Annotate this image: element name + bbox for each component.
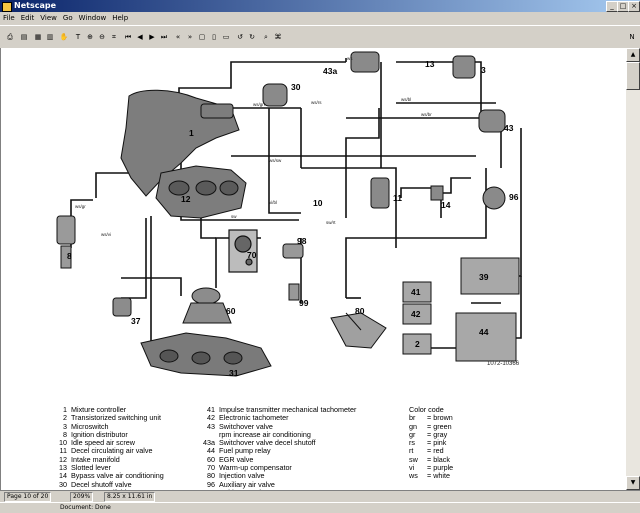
actual-size-icon[interactable]: ▢ xyxy=(196,31,208,44)
diagram-label-44: 44 xyxy=(479,327,489,337)
wire-label-10: sw/rt xyxy=(326,220,336,225)
legend-col2: 41 Impulse transmitter mechanical tachome… xyxy=(201,405,356,497)
diagram-label-3: 3 xyxy=(481,65,486,75)
window-title: Netscape xyxy=(14,1,56,10)
wire-label-8: ws xyxy=(347,56,353,61)
diagram-label-11: 11 xyxy=(393,193,402,203)
menu-help[interactable]: Help xyxy=(109,12,131,24)
go-forward-icon[interactable]: » xyxy=(184,31,196,44)
diagram-label-8: 8 xyxy=(67,251,72,261)
vertical-scrollbar[interactable]: ▲ ▼ xyxy=(626,48,640,490)
rotate-right-icon[interactable]: ↻ xyxy=(246,31,258,44)
diagram-label-96: 96 xyxy=(509,192,519,202)
zoom-out-icon[interactable]: ⊖ xyxy=(96,31,108,44)
diagram-label-30: 30 xyxy=(291,82,301,92)
next-page-icon[interactable]: ▶ xyxy=(146,31,158,44)
diagram-label-14: 14 xyxy=(441,200,451,210)
diagram-label-80: 80 xyxy=(355,306,365,316)
menu-view[interactable]: View xyxy=(37,12,60,24)
menu-go[interactable]: Go xyxy=(60,12,76,24)
legend-number: 43 xyxy=(207,421,215,431)
last-page-icon[interactable]: ⏭ xyxy=(158,31,170,44)
legend-col1: 1 Mixture controller 2 Transistorized switc… xyxy=(53,405,164,497)
diagram-label-13: 13 xyxy=(425,59,435,69)
fit-width-icon[interactable]: ▭ xyxy=(220,31,232,44)
diagram-label-99: 99 xyxy=(299,298,309,308)
legend-color-code: Color code br = brown gn = green gr = gray rs =… xyxy=(409,405,453,481)
prev-page-icon[interactable]: ◀ xyxy=(134,31,146,44)
zoom-in-icon[interactable]: ⊕ xyxy=(84,31,96,44)
menu-window[interactable]: Window xyxy=(76,12,110,24)
first-page-icon[interactable]: ⏮ xyxy=(122,31,134,44)
wire-label-4: sw xyxy=(231,214,237,219)
find-icon[interactable]: ⌕ xyxy=(260,31,272,44)
page-indicator[interactable]: Page 10 of 20 xyxy=(4,492,52,502)
fit-page-icon[interactable]: ▯ xyxy=(208,31,220,44)
diagram-label-31: 31 xyxy=(229,368,239,378)
diagram-label-2: 2 xyxy=(415,339,420,349)
toolbar: ⎙ ▤ ▦ ▥ ✋ T ⊕ ⊖ ⌗ ⏮ ◀ ▶ ⏭ « » ▢ ▯ ▭ ↺ ↻ … xyxy=(0,25,640,49)
wire-label-7: ws/vi xyxy=(101,232,111,237)
wire-label-6: ws/gr xyxy=(75,204,86,209)
menu-file[interactable]: File xyxy=(0,12,18,24)
status-bar: Document: Done xyxy=(0,502,640,513)
wire-label-3: ws/br xyxy=(421,112,432,117)
wire-label-1: ws/rs xyxy=(311,100,322,105)
diagram-label-43a: 43a xyxy=(323,66,337,76)
bookmarks-icon[interactable]: ▥ xyxy=(44,31,56,44)
go-back-icon[interactable]: « xyxy=(172,31,184,44)
print-icon[interactable]: ⎙ xyxy=(4,31,16,44)
wire-label-0: ws/sw xyxy=(269,158,282,163)
scroll-thumb[interactable] xyxy=(626,62,640,90)
menu-bar: File Edit View Go Window Help xyxy=(0,12,640,24)
diagram-label-70: 70 xyxy=(247,250,257,260)
netscape-logo-icon: N xyxy=(629,33,635,41)
diagram-label-39: 39 xyxy=(479,272,489,282)
zoom-field[interactable]: 209% xyxy=(70,492,94,502)
page-size: 8.25 x 11.61 in xyxy=(104,492,156,502)
color-code-abbr: ws xyxy=(409,471,418,481)
hand-tool-icon[interactable]: ✋ xyxy=(58,31,70,44)
rotate-left-icon[interactable]: ↺ xyxy=(234,31,246,44)
color-code-meaning: = white xyxy=(427,471,450,481)
select-text-icon[interactable]: T xyxy=(72,31,84,44)
wire-label-9: vi/bl xyxy=(269,200,277,205)
figure-id: 1072-10366 xyxy=(487,361,520,367)
scroll-down-icon[interactable]: ▼ xyxy=(626,476,640,490)
thumbnails-icon[interactable]: ▦ xyxy=(32,31,44,44)
web-link-icon[interactable]: ⌘ xyxy=(272,31,284,44)
crop-icon[interactable]: ⌗ xyxy=(108,31,120,44)
color-code-item: ws = white xyxy=(409,471,453,481)
save-icon[interactable]: ▤ xyxy=(18,31,30,44)
diagram-label-1: 1 xyxy=(189,128,194,138)
diagram-label-37: 37 xyxy=(131,316,141,326)
pdf-nav-bar: Page 10 of 20 209% 8.25 x 11.61 in xyxy=(0,490,640,502)
title-bar: Netscape _ □ × xyxy=(0,0,640,12)
diagram-label-10: 10 xyxy=(313,198,323,208)
menu-edit[interactable]: Edit xyxy=(18,12,38,24)
pdf-document-view[interactable]: 1 2 3 8 10 11 12 13 14 30 31 37 39 41 42… xyxy=(0,48,627,497)
wire-label-2: ws/bl xyxy=(401,97,411,102)
close-button[interactable]: × xyxy=(628,1,640,12)
diagram-label-60: 60 xyxy=(226,306,236,316)
diagram-label-98: 98 xyxy=(297,236,307,246)
diagram-label-12: 12 xyxy=(181,194,191,204)
netscape-app-icon xyxy=(2,2,12,12)
wire-label-5: ws/gn xyxy=(253,102,265,107)
diagram-label-42: 42 xyxy=(411,309,421,319)
diagram-label-43: 43 xyxy=(504,123,514,133)
scroll-up-icon[interactable]: ▲ xyxy=(626,48,640,62)
diagram-label-41: 41 xyxy=(411,287,421,297)
